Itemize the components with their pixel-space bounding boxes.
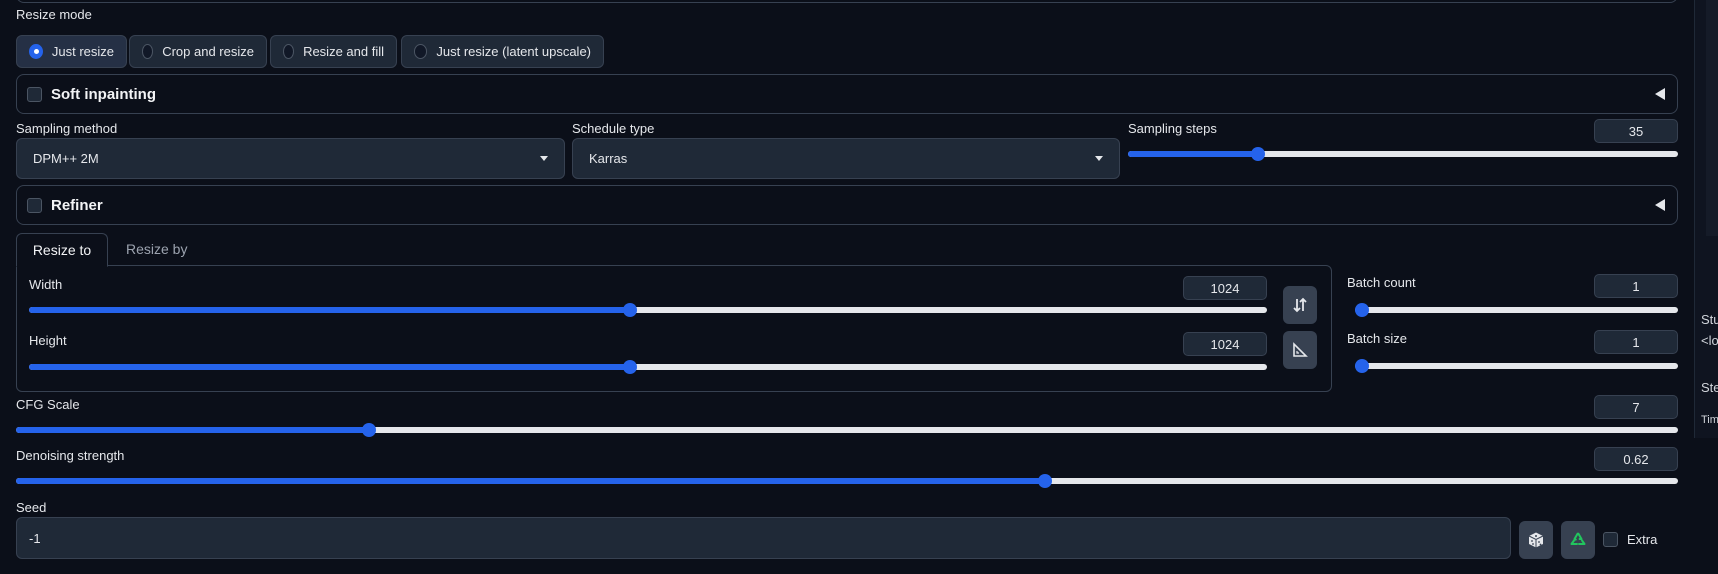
schedule-type-value: Karras xyxy=(589,151,628,166)
soft-inpainting-label: Soft inpainting xyxy=(51,85,156,103)
sampling-steps-number[interactable]: 35 xyxy=(1594,119,1678,143)
extra-seed-toggle[interactable]: Extra xyxy=(1603,532,1657,547)
slider-thumb[interactable] xyxy=(1355,303,1369,317)
seed-label: Seed xyxy=(16,500,47,515)
slider-thumb[interactable] xyxy=(622,360,637,374)
triangle-left-icon[interactable] xyxy=(1655,88,1665,100)
aspect-ratio-button[interactable] xyxy=(1283,331,1317,369)
dice-icon xyxy=(1528,532,1544,548)
extra-label: Extra xyxy=(1627,532,1658,547)
soft-inpainting-accordion[interactable]: Soft inpainting xyxy=(16,74,1678,114)
denoising-strength-label: Denoising strength xyxy=(16,448,125,463)
slider-thumb[interactable] xyxy=(1037,474,1052,488)
side-panel-scrollbar[interactable] xyxy=(1706,0,1718,236)
radio-unselected-icon xyxy=(142,44,154,59)
batch-size-label: Batch size xyxy=(1347,331,1407,346)
slider-thumb[interactable] xyxy=(1251,147,1266,161)
soft-inpainting-checkbox[interactable] xyxy=(27,86,42,102)
batch-size-number[interactable]: 1 xyxy=(1594,330,1678,354)
radio-label: Just resize (latent upscale) xyxy=(436,44,591,59)
tab-resize-to[interactable]: Resize to xyxy=(16,233,108,267)
height-label: Height xyxy=(29,333,67,348)
swap-dimensions-button[interactable] xyxy=(1283,286,1317,324)
refiner-accordion[interactable]: Refiner xyxy=(16,185,1678,225)
schedule-type-label: Schedule type xyxy=(572,121,655,136)
batch-count-number[interactable]: 1 xyxy=(1594,274,1678,298)
tab-resize-by[interactable]: Resize by xyxy=(126,241,187,257)
sampling-method-dropdown[interactable]: DPM++ 2M xyxy=(16,138,565,179)
side-panel-text-2: <lo xyxy=(1701,333,1718,348)
side-panel-text-3: Ste xyxy=(1701,380,1718,395)
chevron-down-icon xyxy=(540,156,548,161)
refiner-label: Refiner xyxy=(51,196,103,214)
radio-label: Crop and resize xyxy=(162,44,254,59)
chevron-down-icon xyxy=(1095,156,1103,161)
previous-panel-edge xyxy=(16,0,1678,3)
sampling-method-value: DPM++ 2M xyxy=(33,151,99,166)
slider-thumb[interactable] xyxy=(1355,359,1369,373)
radio-selected-icon xyxy=(29,44,43,59)
radio-resize-and-fill[interactable]: Resize and fill xyxy=(270,35,397,68)
radio-just-resize-latent[interactable]: Just resize (latent upscale) xyxy=(401,35,604,68)
cfg-scale-number[interactable]: 7 xyxy=(1594,395,1678,419)
height-number[interactable]: 1024 xyxy=(1183,332,1267,356)
height-slider[interactable] xyxy=(29,360,1267,374)
cfg-scale-label: CFG Scale xyxy=(16,397,80,412)
seed-input[interactable]: -1 xyxy=(16,517,1511,559)
width-slider[interactable] xyxy=(29,303,1267,317)
refiner-checkbox[interactable] xyxy=(27,197,42,213)
cfg-scale-slider[interactable] xyxy=(16,423,1678,437)
side-panel-text-1: Stu xyxy=(1701,312,1718,327)
denoising-strength-slider[interactable] xyxy=(16,474,1678,488)
sampling-steps-label: Sampling steps xyxy=(1128,121,1217,136)
swap-dimensions-icon xyxy=(1293,297,1307,313)
reuse-seed-button[interactable] xyxy=(1561,521,1595,559)
radio-unselected-icon xyxy=(283,44,295,59)
radio-just-resize[interactable]: Just resize xyxy=(16,35,127,68)
radio-unselected-icon xyxy=(414,44,428,59)
random-seed-button[interactable] xyxy=(1519,521,1553,559)
recycle-icon xyxy=(1570,532,1586,545)
denoising-strength-number[interactable]: 0.62 xyxy=(1594,447,1678,471)
resize-mode-label: Resize mode xyxy=(16,7,92,22)
width-number[interactable]: 1024 xyxy=(1183,276,1267,300)
batch-size-slider[interactable] xyxy=(1355,359,1678,373)
batch-count-slider[interactable] xyxy=(1355,303,1678,317)
sampling-method-label: Sampling method xyxy=(16,121,118,136)
radio-label: Just resize xyxy=(51,44,114,59)
width-label: Width xyxy=(29,277,63,292)
radio-label: Resize and fill xyxy=(303,44,384,59)
sampling-steps-slider[interactable] xyxy=(1128,147,1678,161)
schedule-type-dropdown[interactable]: Karras xyxy=(572,138,1120,179)
aspect-ratio-icon xyxy=(1293,342,1308,357)
batch-count-label: Batch count xyxy=(1347,275,1416,290)
slider-thumb[interactable] xyxy=(362,423,377,437)
triangle-left-icon[interactable] xyxy=(1655,199,1665,211)
extra-checkbox[interactable] xyxy=(1603,532,1618,547)
side-panel-text-4: Tim xyxy=(1701,414,1718,426)
slider-thumb[interactable] xyxy=(622,303,637,317)
radio-crop-and-resize[interactable]: Crop and resize xyxy=(129,35,267,68)
